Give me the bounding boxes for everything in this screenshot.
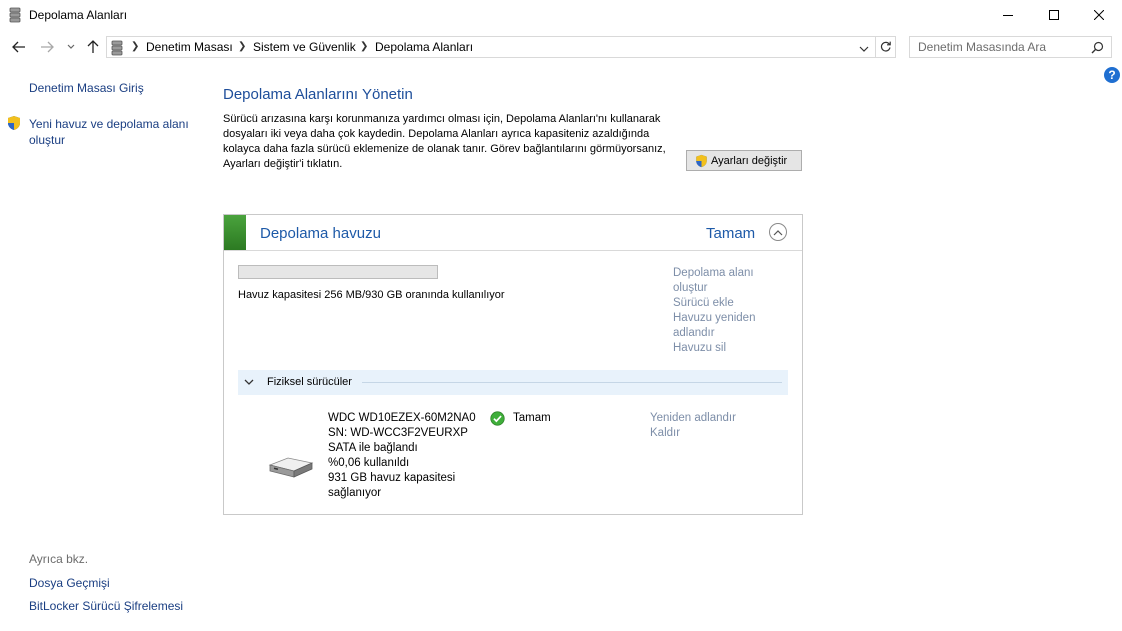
- storage-pool-panel: Depolama havuzu Tamam Havuz kapasitesi 2…: [223, 214, 803, 515]
- refresh-button[interactable]: [879, 40, 893, 54]
- add-drive-link[interactable]: Sürücü ekle: [673, 296, 734, 311]
- storage-spaces-icon: [111, 40, 123, 56]
- up-button[interactable]: [84, 37, 102, 57]
- drive-connection: SATA ile bağlandı: [328, 442, 418, 454]
- back-button[interactable]: [10, 37, 28, 57]
- maximize-button[interactable]: [1031, 0, 1077, 30]
- bitlocker-link[interactable]: BitLocker Sürücü Şifrelemesi: [29, 598, 183, 614]
- uac-shield-icon: [8, 116, 20, 130]
- drive-details: WDC WD10EZEX-60M2NA0 SN: WD-WCC3F2VEURXP…: [328, 411, 478, 501]
- drive-model: WDC WD10EZEX-60M2NA0: [328, 412, 476, 424]
- breadcrumb-separator-icon: ❯: [131, 41, 140, 52]
- collapse-pool-button[interactable]: [769, 223, 787, 241]
- address-divider: [875, 37, 876, 57]
- rename-drive-link[interactable]: Yeniden adlandır: [650, 411, 736, 426]
- rename-pool-link[interactable]: Havuzu yeniden adlandır: [673, 311, 773, 341]
- physical-drives-title: Fiziksel sürücüler: [267, 376, 352, 388]
- pool-usage-bar: [238, 265, 438, 279]
- pool-name: Depolama havuzu: [260, 225, 381, 242]
- chevron-up-icon: [773, 229, 783, 235]
- storage-spaces-icon: [9, 7, 21, 23]
- refresh-icon: [880, 41, 891, 52]
- chevron-down-icon: [859, 46, 869, 52]
- address-history-button[interactable]: [859, 42, 871, 54]
- drive-serial: SN: WD-WCC3F2VEURXP: [328, 427, 468, 439]
- minimize-button[interactable]: [985, 0, 1031, 30]
- arrow-right-icon: [41, 41, 54, 53]
- window-title: Depolama Alanları: [29, 8, 128, 22]
- section-divider: [362, 382, 782, 383]
- page-title: Depolama Alanlarını Yönetin: [223, 86, 413, 103]
- chevron-down-icon: [244, 379, 254, 385]
- uac-shield-icon: [696, 154, 707, 167]
- see-also-label: Ayrıca bkz.: [29, 552, 89, 566]
- search-icon[interactable]: [1091, 41, 1104, 54]
- arrow-up-icon: [87, 40, 99, 53]
- drive-used: %0,06 kullanıldı: [328, 457, 410, 469]
- minimize-icon: [1003, 15, 1013, 16]
- address-bar[interactable]: ❯ Denetim Masası ❯ Sistem ve Güvenlik ❯ …: [106, 36, 896, 58]
- breadcrumb-separator-icon[interactable]: ❯: [360, 41, 368, 52]
- create-storage-space-link[interactable]: Depolama alanı oluştur: [673, 266, 773, 296]
- breadcrumb-item[interactable]: Depolama Alanları: [375, 40, 473, 54]
- recent-locations-button[interactable]: [64, 37, 78, 57]
- forward-button[interactable]: [38, 37, 56, 57]
- change-settings-button[interactable]: Ayarları değiştir: [686, 150, 802, 171]
- maximize-icon: [1049, 10, 1059, 20]
- file-history-link[interactable]: Dosya Geçmişi: [29, 575, 110, 591]
- search-input[interactable]: Denetim Masasında Ara: [909, 36, 1112, 58]
- pool-header: Depolama havuzu Tamam: [224, 215, 802, 251]
- breadcrumb-item[interactable]: Sistem ve Güvenlik: [253, 40, 356, 54]
- search-placeholder: Denetim Masasında Ara: [918, 40, 1047, 54]
- pool-usage-text: Havuz kapasitesi 256 MB/930 GB oranında …: [238, 289, 505, 301]
- page-description: Sürücü arızasına karşı korunmanıza yardı…: [223, 113, 666, 170]
- delete-pool-link[interactable]: Havuzu sil: [673, 341, 726, 356]
- change-settings-label: Ayarları değiştir: [711, 154, 788, 167]
- check-ok-icon: [490, 411, 505, 426]
- help-icon[interactable]: ?: [1104, 67, 1120, 83]
- breadcrumb-item[interactable]: Denetim Masası: [146, 40, 233, 54]
- create-pool-link[interactable]: Yeni havuz ve depolama alanı oluştur: [29, 116, 199, 148]
- physical-drives-section-header[interactable]: Fiziksel sürücüler: [238, 370, 788, 395]
- remove-drive-link[interactable]: Kaldır: [650, 426, 680, 441]
- arrow-left-icon: [12, 41, 25, 53]
- close-button[interactable]: [1076, 0, 1122, 30]
- pool-status: Tamam: [706, 225, 756, 242]
- pool-status-accent: [224, 215, 246, 250]
- chevron-down-icon: [67, 44, 75, 49]
- title-bar: Depolama Alanları: [0, 0, 1122, 30]
- hard-drive-icon: [268, 457, 314, 478]
- drive-capacity: 931 GB havuz kapasitesi sağlanıyor: [328, 472, 456, 499]
- control-panel-home-link[interactable]: Denetim Masası Giriş: [29, 80, 144, 96]
- close-icon: [1094, 10, 1104, 20]
- breadcrumb-separator-icon[interactable]: ❯: [238, 41, 246, 52]
- drive-status: Tamam: [513, 412, 551, 424]
